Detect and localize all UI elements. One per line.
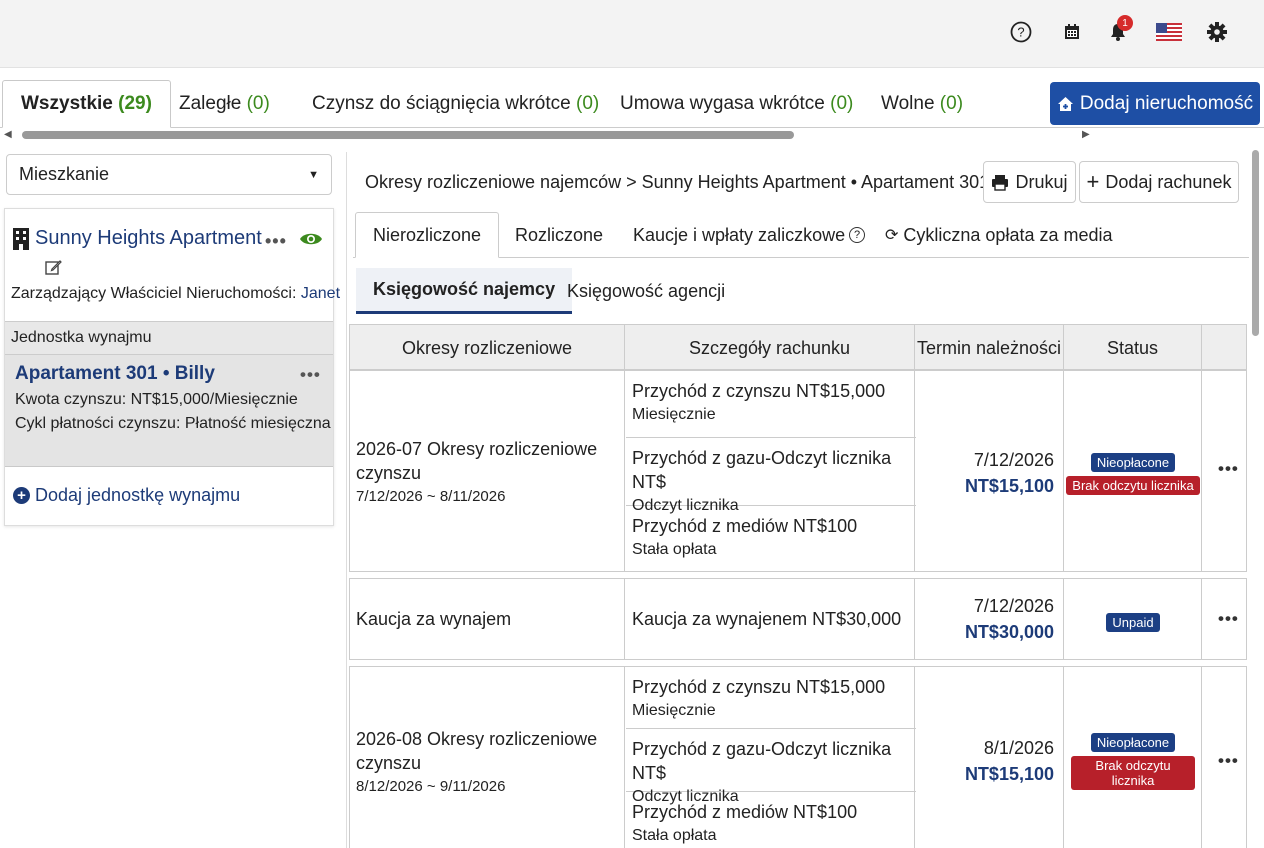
- eye-icon[interactable]: [299, 231, 323, 252]
- col-due-date: Termin należności: [915, 325, 1064, 371]
- bill-detail-item: Przychód z czynszu NT$15,000 Miesięcznie: [626, 667, 916, 729]
- billing-period: 2026-08 Okresy rozliczeniowe czynszu 8/1…: [356, 729, 598, 795]
- scroll-thumb[interactable]: [1252, 150, 1259, 336]
- status-badges: Nieopłacone Brak odczytu licznika: [1064, 453, 1202, 495]
- gear-icon[interactable]: [1203, 18, 1231, 46]
- col-billing-period: Okresy rozliczeniowe: [350, 325, 625, 371]
- add-rental-unit-button[interactable]: + Dodaj jednostkę wynajmu: [13, 485, 240, 506]
- property-type-select[interactable]: Mieszkanie ▼: [6, 154, 332, 195]
- table-header: Okresy rozliczeniowe Szczegóły rachunku …: [349, 324, 1247, 371]
- billing-status-tabs: Nierozliczone Rozliczone Kaucje i wpłaty…: [353, 212, 1249, 258]
- status-badge: Brak odczytu licznika: [1066, 476, 1200, 495]
- bill-detail-item: Kaucja za wynajenem NT$30,000: [632, 609, 902, 629]
- bill-detail-item: Przychód z gazu-Odczyt licznika NT$ Odcz…: [626, 438, 916, 514]
- unit-payment-cycle: Cykl płatności czynszu: Płatność miesięc…: [15, 415, 331, 432]
- tab-agency-accounting[interactable]: Księgowość agencji: [567, 268, 725, 314]
- due-info: 7/12/2026 NT$15,100: [964, 450, 1054, 496]
- plus-icon: +: [1086, 169, 1100, 194]
- help-icon[interactable]: ?: [849, 227, 866, 243]
- breadcrumb: Okresy rozliczeniowe najemców > Sunny He…: [365, 172, 1039, 192]
- bill-detail-item: Przychód z czynszu NT$15,000 Miesięcznie: [626, 371, 916, 438]
- status-badges: Unpaid: [1064, 613, 1202, 632]
- notification-badge: 1: [1117, 15, 1133, 31]
- vertical-scrollbar[interactable]: [1250, 150, 1262, 848]
- due-info: 7/12/2026 NT$30,000: [964, 596, 1054, 642]
- rental-unit-item[interactable]: Apartament 301 • Billy ••• Kwota czynszu…: [5, 355, 333, 467]
- table-row[interactable]: 2026-07 Okresy rozliczeniowe czynszu 7/1…: [349, 370, 1247, 572]
- row-more-icon[interactable]: •••: [1218, 609, 1239, 629]
- unit-name: Apartament 301 • Billy: [15, 363, 215, 384]
- svg-text:?: ?: [1017, 25, 1024, 40]
- plus-circle-icon: +: [13, 487, 30, 504]
- status-badge: Nieopłacone: [1090, 453, 1176, 472]
- help-icon[interactable]: ?: [1007, 18, 1035, 46]
- unit-rent-amount: Kwota czynszu: NT$15,000/Miesięcznie: [15, 391, 298, 408]
- top-bar: ? 1: [0, 0, 1264, 68]
- billing-period: Kaucja za wynajem: [356, 609, 512, 629]
- manager-name[interactable]: Janet: [301, 285, 340, 302]
- home-plus-icon: [1057, 96, 1073, 111]
- table-row[interactable]: Kaucja za wynajem Kaucja za wynajenem NT…: [349, 578, 1247, 660]
- tab-vacant[interactable]: Wolne (0): [881, 80, 963, 128]
- tab-rent-due-soon[interactable]: Czynsz do ściągnięcia wkrótce (0): [312, 80, 599, 128]
- building-icon: [13, 227, 29, 250]
- tab-recurring-utilities[interactable]: ⟳ Cykliczna opłata za media: [885, 212, 1113, 258]
- tab-overdue[interactable]: Zaległe (0): [179, 80, 270, 128]
- add-bill-button[interactable]: + Dodaj rachunek: [1079, 161, 1239, 203]
- edit-icon[interactable]: [45, 259, 62, 281]
- status-badge: Unpaid: [1106, 613, 1160, 632]
- property-more-icon[interactable]: •••: [265, 231, 287, 252]
- tab-tenant-accounting[interactable]: Księgowość najemcy: [356, 268, 573, 314]
- status-badges: Nieopłacone Brak odczytu licznika: [1064, 733, 1202, 790]
- table-row[interactable]: 2026-08 Okresy rozliczeniowe czynszu 8/1…: [349, 666, 1247, 848]
- tab-deposits[interactable]: Kaucje i wpłaty zaliczkowe?: [633, 212, 866, 258]
- billing-period: 2026-07 Okresy rozliczeniowe czynszu 7/1…: [356, 439, 598, 505]
- row-more-icon[interactable]: •••: [1218, 751, 1239, 771]
- refresh-icon: ⟳: [885, 227, 899, 244]
- horizontal-scrollbar[interactable]: ◀ ▶: [0, 128, 1100, 142]
- us-flag-icon[interactable]: [1155, 18, 1183, 46]
- scroll-right-icon[interactable]: ▶: [1082, 129, 1090, 140]
- tab-all[interactable]: Wszystkie (29): [2, 80, 171, 128]
- tab-settled[interactable]: Rozliczone: [515, 212, 603, 258]
- unit-section-header: Jednostka wynajmu: [5, 321, 333, 355]
- bill-detail-item: Przychód z mediów NT$100 Stała opłata: [632, 516, 858, 558]
- property-manager: Zarządzający Właściciel Nieruchomości: J…: [11, 285, 341, 302]
- print-button[interactable]: Drukuj: [983, 161, 1076, 203]
- col-bill-details: Szczegóły rachunku: [625, 325, 915, 371]
- caret-down-icon: ▼: [308, 168, 319, 181]
- calendar-icon[interactable]: [1058, 18, 1086, 46]
- status-badge: Brak odczytu licznika: [1071, 756, 1195, 790]
- tab-unsettled[interactable]: Nierozliczone: [355, 212, 500, 258]
- bill-detail-item: Przychód z gazu-Odczyt licznika NT$ Odcz…: [626, 729, 916, 805]
- row-more-icon[interactable]: •••: [1218, 459, 1239, 479]
- scroll-left-icon[interactable]: ◀: [4, 129, 12, 140]
- col-status: Status: [1064, 325, 1202, 371]
- property-title[interactable]: Sunny Heights Apartment: [13, 227, 262, 250]
- billing-panel: Okresy rozliczeniowe najemców > Sunny He…: [346, 152, 1249, 848]
- printer-icon: [992, 174, 1009, 191]
- unit-more-icon[interactable]: •••: [300, 365, 321, 385]
- add-property-button[interactable]: Dodaj nieruchomość: [1050, 82, 1260, 125]
- status-badge: Nieopłacone: [1090, 733, 1176, 752]
- property-card: Sunny Heights Apartment ••• Zarządzający…: [4, 208, 340, 526]
- bill-detail-item: Przychód z mediów NT$100 Stała opłata: [632, 802, 858, 844]
- tab-lease-expiring[interactable]: Umowa wygasa wkrótce (0): [620, 80, 853, 128]
- scroll-thumb[interactable]: [22, 131, 794, 139]
- due-info: 8/1/2026 NT$15,100: [964, 738, 1054, 784]
